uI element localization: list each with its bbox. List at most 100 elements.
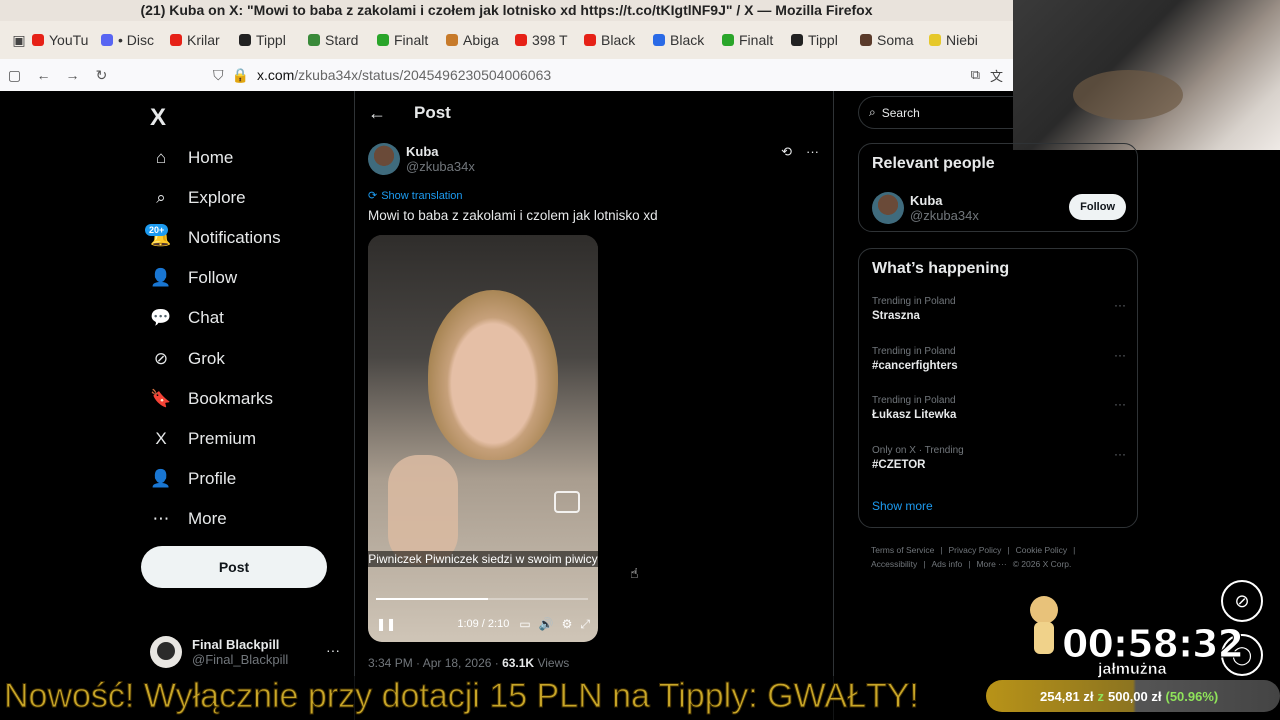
browser-tab[interactable]: Finalt: [377, 32, 446, 48]
more-dots-icon[interactable]: ···: [806, 144, 819, 160]
trend-item[interactable]: Trending in Poland Straszna ···: [872, 296, 1126, 322]
browser-tab[interactable]: 398 T: [515, 32, 584, 48]
captions-icon[interactable]: ▭: [519, 617, 530, 631]
tab-label: Stard: [325, 32, 359, 48]
footer-link[interactable]: Terms of Service: [871, 545, 934, 555]
nav-item-label: Chat: [188, 308, 224, 327]
browser-tab[interactable]: Krilar: [170, 32, 239, 48]
tab-favicon-icon: [446, 34, 458, 46]
nav-item-home[interactable]: ⌂ Home: [150, 143, 234, 173]
browser-tab[interactable]: YouTu: [32, 32, 101, 48]
post-text: Mowi to baba z zakolami i czolem jak lot…: [368, 208, 658, 223]
avatar[interactable]: [872, 192, 904, 224]
more-dots-icon[interactable]: ···: [326, 642, 340, 658]
views-label: Views: [534, 656, 570, 670]
settings-gear-icon[interactable]: ⚙: [562, 617, 573, 631]
bell-icon: 🔔 20+: [145, 224, 172, 249]
tab-favicon-icon: [722, 34, 734, 46]
browser-tab[interactable]: Soma: [860, 32, 929, 48]
nav-item-chat[interactable]: 💬 Chat: [150, 303, 224, 333]
browser-tab[interactable]: Black: [584, 32, 653, 48]
mascot-sticker: [1022, 596, 1064, 656]
goal-current: 254,81 zł: [1040, 688, 1094, 704]
relevant-person[interactable]: Kuba @zkuba34x Follow: [872, 192, 1126, 224]
page-title: Post: [414, 103, 451, 122]
video-player[interactable]: Piwniczek Piwniczek siedzi w swoim piwic…: [368, 235, 598, 642]
follow-button[interactable]: Follow: [1069, 194, 1126, 220]
grok-overlay-icon[interactable]: ⊘: [1221, 580, 1263, 622]
post-button[interactable]: Post: [141, 546, 327, 588]
fullscreen-icon[interactable]: ⤢: [580, 617, 590, 632]
nav-item-grok[interactable]: ⊘ Grok: [150, 344, 225, 374]
tab-label: YouTu: [49, 32, 89, 48]
back-icon[interactable]: ←: [29, 67, 58, 83]
avatar[interactable]: [368, 143, 400, 175]
browser-tab[interactable]: Tippl: [791, 32, 860, 48]
author-handle[interactable]: @zkuba34x: [406, 159, 475, 174]
more-circle-icon: ⋯: [152, 509, 170, 528]
trend-item[interactable]: Trending in Poland Łukasz Litewka ···: [872, 395, 1126, 421]
footer-link[interactable]: Accessibility: [871, 559, 917, 569]
post-author[interactable]: Kuba @zkuba34x: [368, 143, 475, 175]
tab-list-icon[interactable]: ▣: [6, 32, 32, 49]
browser-tab[interactable]: Tippl: [239, 32, 308, 48]
pause-icon[interactable]: ❚❚: [376, 617, 396, 631]
whats-happening-title: What’s happening: [872, 260, 1010, 277]
goal-target: 500,00 zł: [1108, 688, 1162, 704]
reload-icon[interactable]: ↻: [87, 67, 116, 84]
more-dots-icon[interactable]: ···: [1114, 298, 1126, 312]
nav-item-more[interactable]: ⋯ More: [150, 504, 227, 534]
browser-tab[interactable]: Stard: [308, 32, 377, 48]
more-dots-icon[interactable]: ···: [1114, 348, 1126, 362]
footer-link[interactable]: Ads info: [932, 559, 963, 569]
picture-in-picture-icon[interactable]: [554, 491, 580, 513]
post-timestamp[interactable]: 3:34 PM · Apr 18, 2026 ·: [368, 656, 502, 670]
browser-tab[interactable]: • Disc: [101, 32, 170, 48]
browser-tab[interactable]: Black: [653, 32, 722, 48]
grok-icon[interactable]: ⟲: [781, 144, 792, 160]
footer-link[interactable]: Cookie Policy: [1016, 545, 1068, 555]
trend-item[interactable]: Trending in Poland #cancerfighters ···: [872, 346, 1126, 372]
lock-icon[interactable]: 🔒: [232, 67, 249, 84]
nav-item-explore[interactable]: ⌕ Explore: [150, 183, 245, 213]
account-switcher[interactable]: Final Blackpill @Final_Blackpill ···: [150, 632, 340, 672]
account-name: Final Blackpill: [192, 637, 280, 652]
more-dots-icon[interactable]: ···: [1114, 447, 1126, 461]
browser-tab[interactable]: Niebi: [929, 32, 998, 48]
volume-icon[interactable]: 🔊: [539, 617, 554, 631]
tab-label: Black: [601, 32, 636, 48]
person-name[interactable]: Kuba: [910, 193, 979, 208]
browser-tab[interactable]: Finalt: [722, 32, 791, 48]
video-progress-bar[interactable]: [376, 598, 588, 600]
trend-item[interactable]: Only on X · Trending #CZETOR ···: [872, 445, 1126, 471]
nav-item-premium[interactable]: X Premium: [150, 424, 256, 454]
browser-tab[interactable]: Abiga: [446, 32, 515, 48]
search-input[interactable]: ⌕ Search: [858, 96, 1013, 129]
nav-item-notifications[interactable]: 🔔 20+ Notifications: [145, 223, 281, 253]
sidebar-toggle-icon[interactable]: ▢: [0, 67, 29, 84]
whats-happening-card: What’s happening Trending in Poland Stras…: [858, 248, 1138, 528]
more-dots-icon[interactable]: ···: [1114, 397, 1126, 411]
screenshot-icon[interactable]: ⧉: [971, 67, 980, 83]
url-bar[interactable]: ⛉ 🔒 x.com/zkuba34x/status/20454962305040…: [213, 62, 1013, 88]
goal-separator: z: [1097, 688, 1105, 704]
translate-icon[interactable]: 文: [990, 66, 1003, 85]
footer-link[interactable]: Privacy Policy: [949, 545, 1002, 555]
grok-icon: ⊘: [153, 349, 169, 368]
footer-link[interactable]: More ···: [976, 559, 1006, 569]
chat-icon: 💬: [150, 308, 172, 327]
shield-icon[interactable]: ⛉: [213, 67, 224, 84]
show-more-link[interactable]: Show more: [872, 499, 933, 513]
forward-icon[interactable]: →: [58, 67, 87, 83]
back-arrow-icon[interactable]: ←: [355, 103, 399, 124]
show-translation-link[interactable]: ⟳ Show translation: [368, 189, 463, 203]
nav-item-profile[interactable]: 👤 Profile: [150, 464, 236, 494]
nav-item-bookmarks[interactable]: 🔖 Bookmarks: [150, 384, 273, 414]
footer-link[interactable]: © 2026 X Corp.: [1013, 559, 1072, 569]
nav-item-follow[interactable]: 👤 Follow: [150, 263, 237, 293]
post-meta: 3:34 PM · Apr 18, 2026 · 63.1K Views: [368, 656, 569, 670]
author-name[interactable]: Kuba: [406, 144, 475, 159]
person-handle[interactable]: @zkuba34x: [910, 208, 979, 223]
tab-label: Black: [670, 32, 705, 48]
x-logo-icon[interactable]: X: [150, 104, 166, 132]
